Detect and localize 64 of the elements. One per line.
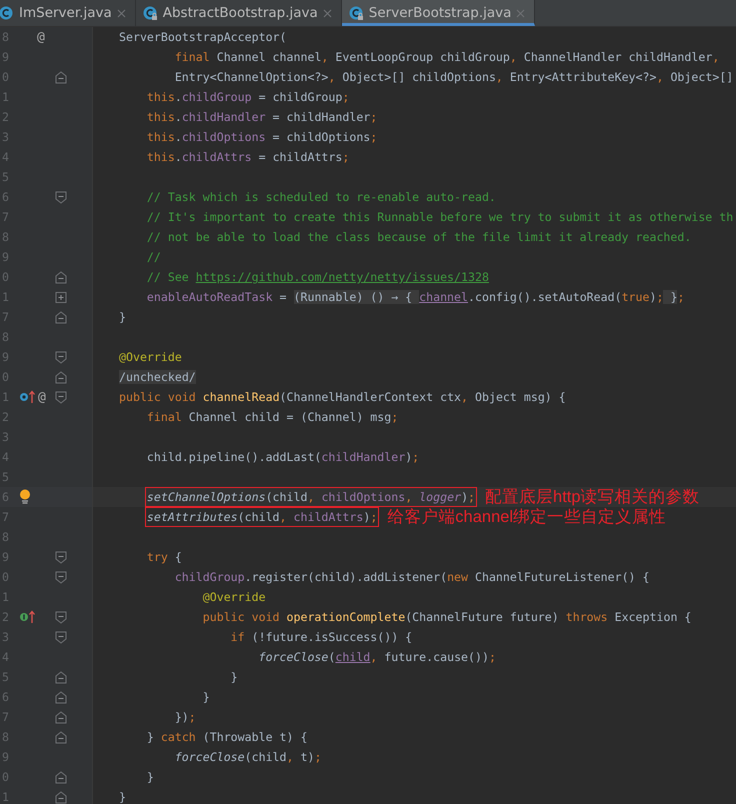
code-line: Entry<ChannelOption<?>, Object>[] childOptions, Entry<AttributeKey<?>, Object>[] bbox=[174, 69, 734, 85]
collapse-fold-icon[interactable] bbox=[55, 770, 67, 784]
collapse-fold-icon[interactable] bbox=[55, 370, 67, 384]
collapse-fold-icon[interactable] bbox=[55, 690, 67, 704]
code-line: final Channel child = (Channel) msg; bbox=[146, 409, 398, 425]
code-line: if (!future.isSuccess()) { bbox=[230, 629, 412, 645]
collapse-fold-icon[interactable] bbox=[55, 730, 67, 744]
code-line: this.childHandler = childHandler; bbox=[146, 109, 378, 125]
collapse-fold-icon[interactable] bbox=[55, 390, 67, 404]
code-line: // See https://github.com/netty/netty/issues/1328 bbox=[146, 269, 489, 285]
code-line: forceClose(child, t); bbox=[174, 749, 322, 765]
editor-tab[interactable]: ServerBootstrap.java bbox=[342, 0, 536, 26]
close-icon[interactable] bbox=[322, 8, 332, 18]
code-line: this.childOptions = childOptions; bbox=[146, 129, 378, 145]
code-line: // It's important to create this Runnable before we try to submit it as otherwise th bbox=[146, 209, 734, 225]
code-line: forceClose(child, future.cause()); bbox=[258, 649, 496, 665]
editor-tab[interactable]: ImServer.java bbox=[0, 0, 136, 26]
code-line: try { bbox=[146, 549, 182, 565]
code-line: // Task which is scheduled to re-enable auto-read. bbox=[146, 189, 496, 205]
lightbulb-icon bbox=[19, 489, 31, 505]
code-line: } bbox=[119, 789, 126, 804]
annotation-text: 配置底层http读写相关的参数 bbox=[485, 487, 700, 508]
collapse-fold-icon[interactable] bbox=[55, 610, 67, 624]
code-line: public void operationComplete(ChannelFuture future) throws Exception { bbox=[202, 609, 692, 625]
code-line: } bbox=[202, 689, 210, 705]
annotation-text: 给客户端channel绑定一些自定义属性 bbox=[387, 507, 666, 528]
code-line: this.childAttrs = childAttrs; bbox=[146, 149, 350, 165]
collapse-fold-icon[interactable] bbox=[55, 190, 67, 204]
editor-tab[interactable]: AbstractBootstrap.java bbox=[136, 0, 342, 26]
collapse-fold-icon[interactable] bbox=[55, 570, 67, 584]
class-file-icon bbox=[0, 5, 14, 21]
collapse-fold-icon[interactable] bbox=[55, 710, 67, 724]
code-line: public void channelRead(ChannelHandlerContext ctx, Object msg) { bbox=[119, 389, 566, 405]
code-line: setAttributes(child, childAttrs); bbox=[146, 509, 378, 525]
collapse-fold-icon[interactable] bbox=[55, 670, 67, 684]
code-line: }); bbox=[174, 709, 196, 725]
collapse-fold-icon[interactable] bbox=[55, 550, 67, 564]
override-icon bbox=[19, 390, 37, 404]
code-line: ServerBootstrapAcceptor( bbox=[119, 29, 287, 45]
expand-fold-icon[interactable] bbox=[55, 290, 67, 304]
annotation-icon: @ bbox=[38, 390, 46, 404]
code-line: childGroup.register(child).addListener(new ChannelFutureListener() { bbox=[174, 569, 650, 585]
code-line: this.childGroup = childGroup; bbox=[146, 89, 350, 105]
code-line: } bbox=[119, 309, 126, 325]
collapse-fold-icon[interactable] bbox=[55, 270, 67, 284]
collapse-fold-icon[interactable] bbox=[55, 790, 67, 804]
code-line: @Override bbox=[119, 349, 182, 365]
code-line: // bbox=[146, 249, 161, 265]
close-icon[interactable] bbox=[116, 8, 126, 18]
collapse-fold-icon[interactable] bbox=[55, 310, 67, 324]
collapse-fold-icon[interactable] bbox=[55, 350, 67, 364]
implementing-icon bbox=[19, 610, 37, 624]
code-line: } catch (Throwable t) { bbox=[146, 729, 308, 745]
code-line: setChannelOptions(child, childOptions, logger); bbox=[146, 489, 476, 505]
code-line: // not be able to load the class because of the file limit it already reached. bbox=[146, 229, 692, 245]
code-line: final Channel channel, EventLoopGroup childGroup, ChannelHandler childHandler, bbox=[174, 49, 720, 65]
collapse-fold-icon[interactable] bbox=[55, 70, 67, 84]
code-line: @Override bbox=[202, 589, 266, 605]
code-line: enableAutoReadTask = (Runnable) () → { channel.config().setAutoRead(true); }; bbox=[146, 289, 684, 305]
code-line: } bbox=[230, 669, 238, 685]
collapse-fold-icon[interactable] bbox=[55, 630, 67, 644]
annotation-icon: @ bbox=[37, 30, 45, 44]
code-line: } bbox=[146, 769, 154, 785]
code-line: child.pipeline().addLast(childHandler); bbox=[146, 449, 420, 465]
